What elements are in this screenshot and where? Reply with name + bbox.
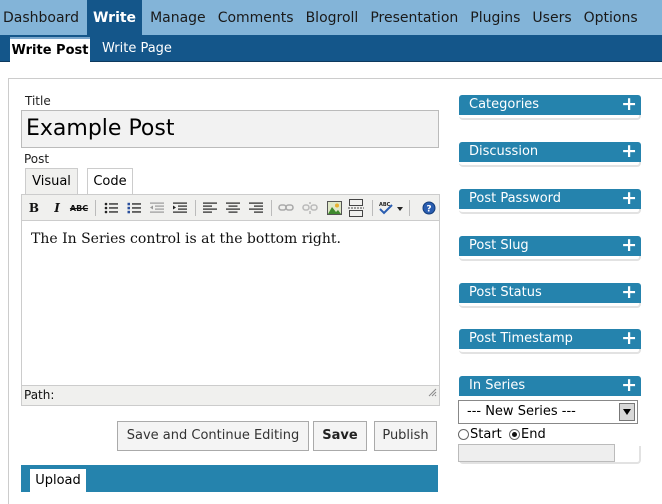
title-label: Title <box>25 94 51 108</box>
outdent-icon[interactable] <box>147 199 167 217</box>
submenu-write-post[interactable]: Write Post <box>10 37 90 63</box>
title-input[interactable]: Example Post <box>21 110 439 148</box>
menu-item-users[interactable]: Users <box>526 0 577 35</box>
box-header[interactable]: Post Timestamp + <box>459 327 641 349</box>
resize-grip-icon[interactable] <box>427 384 437 403</box>
menu-item-write[interactable]: Write <box>86 0 143 35</box>
series-select[interactable]: --- New Series --- <box>458 400 638 424</box>
menu-item-dashboard[interactable]: Dashboard <box>0 0 85 35</box>
expand-plus-icon[interactable]: + <box>621 374 637 396</box>
expand-plus-icon[interactable]: + <box>621 187 637 209</box>
bold-icon[interactable]: B <box>24 199 44 217</box>
expand-plus-icon[interactable]: + <box>621 93 637 115</box>
menu-item-plugins[interactable]: Plugins <box>464 0 526 35</box>
dropdown-arrow-icon[interactable] <box>619 403 635 421</box>
box-header[interactable]: Categories + <box>459 93 641 115</box>
strikethrough-icon[interactable]: ABC <box>69 199 89 217</box>
box-in-series: In Series + <box>459 374 641 402</box>
box-post-timestamp: Post Timestamp + <box>459 327 641 355</box>
save-button[interactable]: Save <box>313 421 367 451</box>
more-break-icon[interactable] <box>346 199 366 217</box>
box-post-status: Post Status + <box>459 281 641 309</box>
save-and-continue-button[interactable]: Save and Continue Editing <box>117 421 309 451</box>
editor-toolbar: B I ABC ABC ? <box>22 195 439 221</box>
svg-text:?: ? <box>426 205 431 215</box>
expand-plus-icon[interactable]: + <box>621 327 637 349</box>
help-icon[interactable]: ? <box>419 199 439 217</box>
menu-item-manage[interactable]: Manage <box>144 0 212 35</box>
expand-plus-icon[interactable]: + <box>621 234 637 256</box>
box-header[interactable]: Post Password + <box>459 187 641 209</box>
series-end-radio[interactable] <box>509 429 520 440</box>
tab-visual[interactable]: Visual <box>25 168 78 195</box>
box-post-password: Post Password + <box>459 187 641 215</box>
box-header[interactable]: In Series + <box>459 374 641 396</box>
editor-content[interactable]: The In Series control is at the bottom r… <box>31 231 341 247</box>
expand-plus-icon[interactable]: + <box>621 140 637 162</box>
submenu: Write Post Write Page <box>0 35 662 63</box>
menu-item-options[interactable]: Options <box>578 0 644 35</box>
align-center-icon[interactable] <box>223 199 243 217</box>
indent-icon[interactable] <box>170 199 190 217</box>
post-label: Post <box>24 152 50 166</box>
align-left-icon[interactable] <box>200 199 220 217</box>
box-discussion: Discussion + <box>459 140 641 168</box>
unlink-icon[interactable] <box>300 199 320 217</box>
tab-upload[interactable]: Upload <box>30 469 86 495</box>
menu-item-presentation[interactable]: Presentation <box>364 0 464 35</box>
expand-plus-icon[interactable]: + <box>621 281 637 303</box>
wordpress-admin-screen: Dashboard Write Manage Comments Blogroll… <box>0 0 662 504</box>
box-header[interactable]: Discussion + <box>459 140 641 162</box>
tab-code[interactable]: Code <box>87 168 133 195</box>
submenu-write-page[interactable]: Write Page <box>102 37 172 63</box>
italic-icon[interactable]: I <box>47 199 67 217</box>
series-start-radio[interactable] <box>458 429 469 440</box>
bullet-list-icon[interactable] <box>101 199 121 217</box>
series-end-label: End <box>521 427 546 442</box>
spellcheck-icon[interactable]: ABC <box>377 199 405 217</box>
path-label: Path: <box>24 388 55 402</box>
admin-menu: Dashboard Write Manage Comments Blogroll… <box>0 0 662 35</box>
numbered-list-icon[interactable] <box>124 199 144 217</box>
series-part-input[interactable] <box>458 444 615 462</box>
box-header[interactable]: Post Slug + <box>459 234 641 256</box>
box-categories: Categories + <box>459 93 641 121</box>
box-header[interactable]: Post Status + <box>459 281 641 303</box>
box-post-slug: Post Slug + <box>459 234 641 262</box>
align-right-icon[interactable] <box>246 199 266 217</box>
upload-panel-header: Upload <box>21 465 438 495</box>
link-icon[interactable] <box>276 199 296 217</box>
series-start-label: Start <box>470 427 502 442</box>
post-editor: B I ABC ABC ? The In Series control is a… <box>21 194 440 406</box>
publish-button[interactable]: Publish <box>374 421 437 451</box>
menu-item-comments[interactable]: Comments <box>212 0 300 35</box>
menu-item-blogroll[interactable]: Blogroll <box>300 0 365 35</box>
editor-path-bar: Path: <box>22 385 439 405</box>
image-icon[interactable] <box>324 199 344 217</box>
